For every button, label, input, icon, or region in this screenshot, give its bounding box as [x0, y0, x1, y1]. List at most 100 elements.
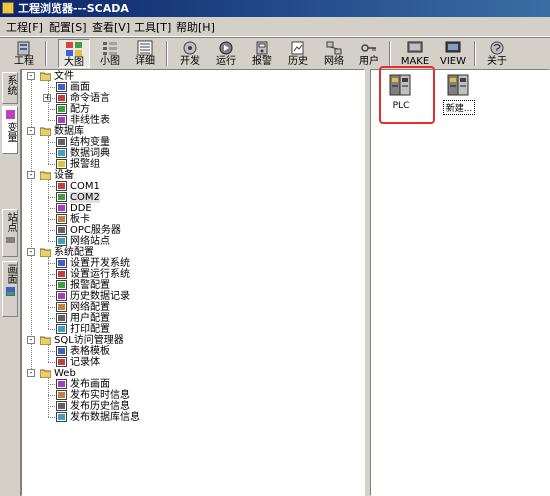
tree-node-label: 命令语言 — [70, 93, 110, 104]
toolbar-history-button[interactable]: 历史 — [282, 39, 314, 68]
tree-branch-line — [48, 81, 49, 120]
tree-node[interactable]: 设置开发系统 — [56, 258, 276, 269]
title-bar: 工程浏览器---SCADA — [0, 0, 550, 17]
tree-node[interactable]: 报警配置 — [56, 280, 276, 291]
opc-icon — [56, 225, 67, 235]
tree-node[interactable]: 用户配置 — [56, 313, 276, 324]
tree-node[interactable]: 数据词典 — [56, 148, 276, 159]
tree-node[interactable]: 网络站点 — [56, 236, 276, 247]
side-tab-system-label: 系统 — [5, 75, 16, 95]
make-icon — [407, 41, 423, 53]
publish-icon — [56, 379, 67, 389]
side-tab-system[interactable]: 系统 — [2, 72, 18, 104]
toolbar-user-button[interactable]: 用户 — [353, 39, 385, 68]
tree-node-label: 数据词典 — [70, 148, 110, 159]
tree-connector — [48, 285, 55, 286]
device-icon — [39, 170, 52, 181]
menu-config[interactable]: 配置[S] — [49, 19, 87, 35]
tree-branch-line — [48, 180, 49, 241]
tree-node[interactable]: OPC服务器 — [56, 225, 276, 236]
toolbar-details-label: 详细 — [135, 56, 155, 67]
toolbar-small-icons-button[interactable]: 小图 — [94, 39, 126, 68]
tree-connector — [48, 274, 55, 275]
menu-tools[interactable]: 工具[T] — [134, 19, 171, 35]
new-device-icon — [447, 74, 469, 96]
side-tab-pictures[interactable]: 画面 — [2, 261, 18, 317]
device-item-new[interactable]: 新建... — [439, 72, 479, 115]
print-icon — [56, 324, 67, 334]
tree-node[interactable]: 发布画面 — [56, 379, 276, 390]
tree-branch-line — [48, 136, 49, 164]
expand-icon[interactable]: + — [43, 94, 51, 102]
tree-root-line — [31, 76, 32, 373]
toolbar-separator — [389, 41, 391, 66]
collapse-icon[interactable]: - — [27, 127, 35, 135]
collapse-icon[interactable]: - — [27, 171, 35, 179]
tree-node[interactable]: 记录体 — [56, 357, 276, 368]
toolbar-details-button[interactable]: 详细 — [129, 39, 161, 68]
tree-node[interactable]: 非线性表 — [56, 115, 276, 126]
tree-node[interactable]: 表格模板 — [56, 346, 276, 357]
collapse-icon[interactable]: - — [27, 72, 35, 80]
tree-node-label: 网络配置 — [70, 302, 110, 313]
tree-folder-node[interactable]: 设备 — [39, 170, 260, 181]
tree-connector — [48, 208, 55, 209]
tree-node-label: 板卡 — [70, 214, 90, 225]
tree-folder-node[interactable]: 系统配置 — [39, 247, 260, 258]
tree-node-label: 发布数据库信息 — [70, 412, 140, 423]
tree-node[interactable]: 设置运行系统 — [56, 269, 276, 280]
device-item-plc[interactable]: PLC — [381, 72, 421, 111]
project-icon — [17, 41, 30, 56]
toolbar-alarm-button[interactable]: 报警 — [246, 39, 278, 68]
tree-node[interactable]: COM2 — [56, 192, 276, 203]
tree-node[interactable]: 画面 — [56, 82, 276, 93]
toolbar-run-button[interactable]: 运行 — [210, 39, 242, 68]
tree-connector — [48, 329, 55, 330]
tree-node[interactable]: DDE — [56, 203, 276, 214]
tree-node[interactable]: 网络配置 — [56, 302, 276, 313]
toolbar-project-button[interactable]: 工程 — [8, 39, 40, 68]
toolbar-view-label: VIEW — [440, 56, 466, 67]
toolbar-about-button[interactable]: 关于 — [481, 39, 513, 68]
menu-project[interactable]: 工程[F] — [6, 19, 43, 35]
side-tab-sites[interactable]: 站点 — [2, 209, 18, 257]
tree-node-label: 打印配置 — [70, 324, 110, 335]
tree-node[interactable]: 结构变量 — [56, 137, 276, 148]
toolbar-make-button[interactable]: MAKE — [399, 39, 431, 68]
toolbar-large-icons-button[interactable]: 大图 — [58, 39, 90, 68]
tree-connector — [48, 186, 55, 187]
tree-node[interactable]: 板卡 — [56, 214, 276, 225]
tree-node[interactable]: 发布数据库信息 — [56, 412, 276, 423]
tree-node[interactable]: 配方 — [56, 104, 276, 115]
tree-connector — [48, 164, 55, 165]
tree-folder-node[interactable]: SQL访问管理器 — [39, 335, 260, 346]
collapse-icon[interactable]: - — [27, 248, 35, 256]
history-record-icon — [56, 291, 67, 301]
tree-node-label: 设置运行系统 — [70, 269, 130, 280]
tree-folder-node[interactable]: 文件 — [39, 71, 260, 82]
tree-node[interactable]: COM1 — [56, 181, 276, 192]
tree-node-label: COM1 — [70, 181, 100, 192]
side-tab-variables[interactable]: 变量 — [2, 106, 18, 154]
system-config-icon — [39, 247, 52, 258]
tree-folder-node[interactable]: 数据库 — [39, 126, 260, 137]
tree-node[interactable]: 报警组 — [56, 159, 276, 170]
tree-node[interactable]: 发布历史信息 — [56, 401, 276, 412]
menu-help[interactable]: 帮助[H] — [176, 19, 215, 35]
menu-view[interactable]: 查看[V] — [92, 19, 130, 35]
tree-node[interactable]: 打印配置 — [56, 324, 276, 335]
tree-node-label: 文件 — [54, 71, 74, 82]
tree-node-label: 用户配置 — [70, 313, 110, 324]
collapse-icon[interactable]: - — [27, 336, 35, 344]
tree-node[interactable]: 发布实时信息 — [56, 390, 276, 401]
toolbar-develop-button[interactable]: 开发 — [174, 39, 206, 68]
network-icon — [326, 41, 342, 55]
tree-folder-node[interactable]: Web — [39, 368, 260, 379]
collapse-icon[interactable]: - — [27, 369, 35, 377]
toolbar-network-button[interactable]: 网络 — [318, 39, 350, 68]
toolbar-large-icons-label: 大图 — [64, 57, 84, 68]
tree-node[interactable]: 命令语言 — [56, 93, 276, 104]
picture-icon — [56, 82, 67, 92]
tree-node[interactable]: 历史数据记录 — [56, 291, 276, 302]
toolbar-view-button[interactable]: VIEW — [437, 39, 469, 68]
